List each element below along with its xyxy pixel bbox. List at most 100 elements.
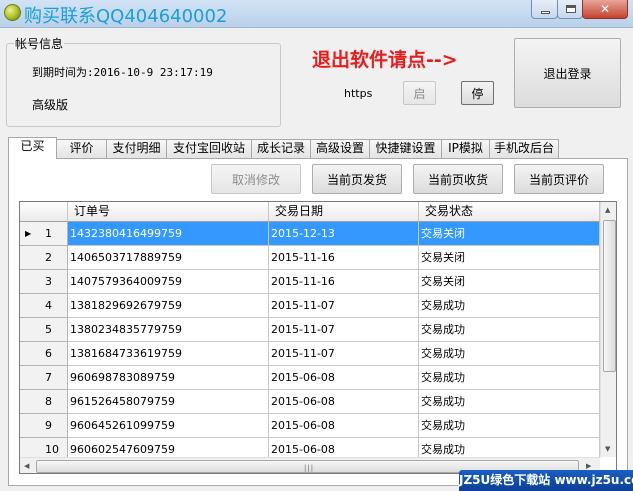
cell-order-id[interactable]: 960698783089759	[68, 366, 269, 390]
row-number: 3	[45, 275, 52, 288]
cell-trade-date[interactable]: 2015-11-16	[269, 246, 419, 270]
column-header-status[interactable]: 交易状态	[419, 202, 600, 222]
tab-bought[interactable]: 已买	[8, 137, 57, 159]
review-current-page-button[interactable]: 当前页评价	[514, 164, 604, 194]
tab-ip-simulation[interactable]: IP模拟	[441, 139, 490, 158]
row-header[interactable]: 7	[20, 366, 68, 390]
cell-trade-date[interactable]: 2015-11-16	[269, 270, 419, 294]
minimize-button[interactable]	[531, 0, 558, 19]
cell-trade-date[interactable]: 2015-11-07	[269, 294, 419, 318]
cell-order-id[interactable]: 960645261099759	[68, 414, 269, 438]
scroll-up-icon[interactable]: ▲	[605, 206, 610, 214]
tab-reviews[interactable]: 评价	[56, 139, 107, 158]
cell-trade-status[interactable]: 交易关闭	[419, 222, 600, 246]
current-row-arrow-icon: ▶	[25, 229, 32, 238]
app-icon	[4, 4, 21, 21]
vertical-scrollbar[interactable]: ▲ ▼	[600, 202, 616, 457]
cell-trade-status[interactable]: 交易成功	[419, 294, 600, 318]
cell-trade-status[interactable]: 交易关闭	[419, 270, 600, 294]
tab-strip: 已买 评价 支付明细 支付宝回收站 成长记录 高级设置 快捷键设置 IP模拟 手…	[8, 137, 628, 159]
row-number: 4	[45, 299, 52, 312]
cell-order-id[interactable]: 961526458079759	[68, 390, 269, 414]
close-icon: ✕	[600, 2, 611, 16]
scroll-right-icon[interactable]: ▶	[586, 462, 591, 470]
cell-trade-date[interactable]: 2015-11-07	[269, 318, 419, 342]
cell-order-id[interactable]: 1432380416499759	[68, 222, 269, 246]
stop-button[interactable]: 停	[461, 81, 494, 105]
cell-trade-date[interactable]: 2015-12-13	[269, 222, 419, 246]
row-header[interactable]: 6	[20, 342, 68, 366]
account-info-group	[6, 43, 281, 127]
minimize-icon	[541, 11, 550, 14]
cell-trade-status[interactable]: 交易成功	[419, 414, 600, 438]
cell-order-id[interactable]: 1381684733619759	[68, 342, 269, 366]
edition-label: 高级版	[32, 98, 69, 112]
row-number: 5	[45, 323, 52, 336]
table-row[interactable]: 3 1407579364009759 2015-11-16 交易关闭	[20, 270, 600, 294]
receive-current-page-button[interactable]: 当前页收货	[413, 164, 503, 194]
row-header[interactable]: 2	[20, 246, 68, 270]
row-header[interactable]: 9	[20, 414, 68, 438]
start-button[interactable]: 启	[403, 81, 436, 105]
exit-hint-text: 退出软件请点-->	[312, 49, 458, 71]
tab-hotkey-settings[interactable]: 快捷键设置	[369, 139, 442, 158]
cell-trade-status[interactable]: 交易关闭	[419, 246, 600, 270]
cell-trade-date[interactable]: 2015-06-08	[269, 390, 419, 414]
tab-growth-records[interactable]: 成长记录	[251, 139, 311, 158]
cell-trade-date[interactable]: 2015-11-07	[269, 342, 419, 366]
cancel-edit-button[interactable]: 取消修改	[211, 164, 301, 194]
row-header[interactable]: 8	[20, 390, 68, 414]
corner-header-cell	[20, 202, 68, 222]
row-number: 9	[45, 419, 52, 432]
ship-current-page-button[interactable]: 当前页发货	[312, 164, 402, 194]
maximize-button[interactable]	[557, 0, 583, 19]
table-row[interactable]: ▶ 1 1432380416499759 2015-12-13 交易关闭	[20, 222, 600, 246]
title-bar: 购买联系QQ404640002 ✕	[0, 0, 633, 28]
row-header[interactable]: ▶ 1	[20, 222, 68, 246]
row-header[interactable]: 3	[20, 270, 68, 294]
table-row[interactable]: 4 1381829692679759 2015-11-07 交易成功	[20, 294, 600, 318]
row-number: 6	[45, 347, 52, 360]
https-label: https	[344, 87, 373, 100]
cell-trade-date[interactable]: 2015-06-08	[269, 414, 419, 438]
table-row[interactable]: 8 961526458079759 2015-06-08 交易成功	[20, 390, 600, 414]
watermark-banner: JZ5U绿色下载站 www.jz5u.com	[459, 470, 633, 491]
table-row[interactable]: 6 1381684733619759 2015-11-07 交易成功	[20, 342, 600, 366]
cell-order-id[interactable]: 1406503717889759	[68, 246, 269, 270]
tab-payment-details[interactable]: 支付明细	[106, 139, 167, 158]
table-row[interactable]: 9 960645261099759 2015-06-08 交易成功	[20, 414, 600, 438]
column-header-order[interactable]: 订单号	[68, 202, 269, 222]
scroll-down-icon[interactable]: ▼	[605, 445, 610, 453]
tab-mobile-backend[interactable]: 手机改后台	[489, 139, 559, 158]
logout-button[interactable]: 退出登录	[514, 38, 621, 108]
row-number: 2	[45, 251, 52, 264]
maximize-icon	[566, 5, 576, 13]
row-number: 8	[45, 395, 52, 408]
tab-alipay-recycle[interactable]: 支付宝回收站	[166, 139, 252, 158]
cell-trade-status[interactable]: 交易成功	[419, 390, 600, 414]
vertical-scroll-thumb[interactable]	[603, 220, 616, 372]
column-header-date[interactable]: 交易日期	[269, 202, 419, 222]
cell-trade-status[interactable]: 交易成功	[419, 342, 600, 366]
close-button[interactable]: ✕	[582, 0, 628, 19]
table-row[interactable]: 7 960698783089759 2015-06-08 交易成功	[20, 366, 600, 390]
account-group-label: 帐号信息	[14, 35, 65, 52]
grip-icon: |||	[304, 464, 315, 472]
tab-advanced-settings[interactable]: 高级设置	[310, 139, 370, 158]
cell-order-id[interactable]: 1381829692679759	[68, 294, 269, 318]
table-row[interactable]: 2 1406503717889759 2015-11-16 交易关闭	[20, 246, 600, 270]
cell-order-id[interactable]: 1380234835779759	[68, 318, 269, 342]
orders-grid[interactable]: 订单号 交易日期 交易状态 ▶ 1 1432380416499759 2015-12-…	[19, 201, 617, 474]
row-header[interactable]: 5	[20, 318, 68, 342]
cell-trade-date[interactable]: 2015-06-08	[269, 366, 419, 390]
row-header[interactable]: 4	[20, 294, 68, 318]
cell-trade-status[interactable]: 交易成功	[419, 318, 600, 342]
grid-header: 订单号 交易日期 交易状态	[20, 202, 600, 222]
row-number: 1	[45, 227, 52, 240]
expire-time-label: 到期时间为:2016-10-9 23:17:19	[32, 66, 213, 79]
scroll-left-icon[interactable]: ◀	[24, 462, 29, 470]
table-row[interactable]: 5 1380234835779759 2015-11-07 交易成功	[20, 318, 600, 342]
cell-order-id[interactable]: 1407579364009759	[68, 270, 269, 294]
cell-trade-status[interactable]: 交易成功	[419, 366, 600, 390]
row-number: 7	[45, 371, 52, 384]
